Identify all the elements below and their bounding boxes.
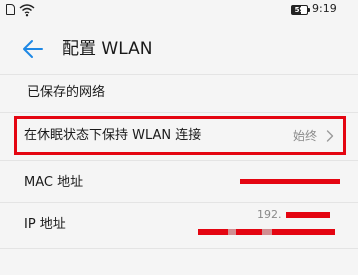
wifi-icon: [19, 4, 35, 17]
keep-wlan-during-sleep-value: 始终: [292, 129, 317, 143]
keep-wlan-divider: [0, 160, 358, 161]
saved-networks-item[interactable]: 已保存的网络: [27, 84, 105, 102]
app-header: 配置 WLAN: [0, 24, 358, 74]
mac-address-label: MAC 地址: [24, 175, 84, 190]
header-divider: [0, 74, 358, 75]
ip-address-redaction-2: [198, 229, 335, 235]
sim-card-icon: [6, 4, 15, 15]
battery-icon: 59: [291, 5, 310, 15]
arrow-left-icon[interactable]: [20, 36, 46, 62]
redaction-gap: [228, 229, 236, 235]
ip-address-redaction: [286, 212, 330, 218]
page-title: 配置 WLAN: [62, 39, 153, 59]
mac-divider: [0, 202, 358, 203]
keep-wlan-during-sleep-label: 在休眠状态下保持 WLAN 连接: [24, 128, 202, 143]
status-time: 9:19: [312, 2, 337, 15]
status-bar: 59 9:19: [0, 0, 358, 20]
chevron-right-icon: [326, 130, 334, 142]
ip-address-value: 192.: [257, 208, 282, 221]
ip-address-label: IP 地址: [24, 217, 66, 232]
bottom-divider: [0, 248, 358, 249]
battery-level-text: 59: [294, 6, 305, 14]
saved-networks-divider: [0, 112, 358, 113]
keep-wlan-during-sleep-row[interactable]: 在休眠状态下保持 WLAN 连接 始终: [14, 116, 346, 155]
wlan-config-screen: 59 9:19 配置 WLAN 已保存的网络 在休眠状态下保持 WLAN 连接 …: [0, 0, 358, 275]
redaction-gap: [262, 229, 272, 235]
mac-address-redaction: [240, 179, 340, 184]
